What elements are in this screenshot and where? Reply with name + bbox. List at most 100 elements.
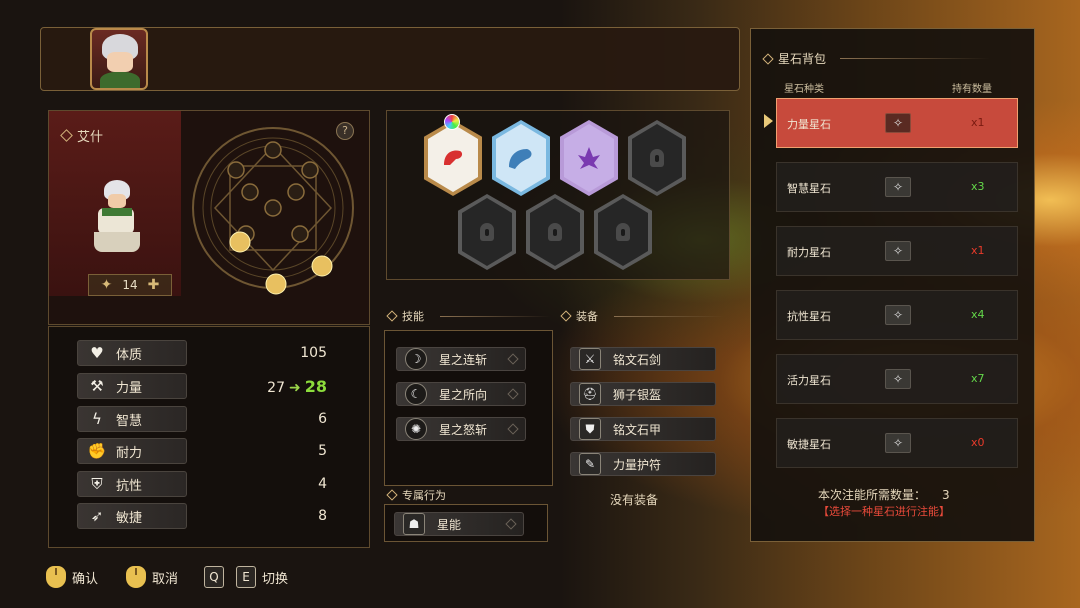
astro-node <box>291 225 309 243</box>
diamond-icon <box>60 128 73 142</box>
key-q[interactable]: Q <box>204 566 224 588</box>
required-amount: 本次注能所需数量： 3 <box>818 488 950 502</box>
star-stone-row[interactable]: 耐力星石 ✧ x1 <box>776 226 1018 276</box>
star-stone-row[interactable]: 抗性星石 ✧ x4 <box>776 290 1018 340</box>
amulet-icon: ✎ <box>579 453 601 475</box>
exclusive-title: 专属行为 <box>386 487 446 503</box>
stat-label: ⚒ 力量 <box>77 373 187 399</box>
shield-icon: ⛨ <box>91 475 103 493</box>
character-name-row: 艾什 <box>60 126 180 145</box>
skills-title: 技能 <box>386 308 424 324</box>
no-equipment-label: 没有装备 <box>610 493 659 507</box>
star-stone-row[interactable]: 力量星石 ✧ x1 <box>776 98 1018 148</box>
star-stone-name: 力量星石 <box>787 118 831 131</box>
infuse-icon[interactable]: ✧ <box>885 433 911 453</box>
character-portrait[interactable] <box>90 28 148 90</box>
stat-row-0: ♥ 体质 105 <box>77 340 327 366</box>
stat-label: ✊ 耐力 <box>77 438 187 464</box>
fist-icon: ✊ <box>87 442 107 460</box>
skill-item[interactable]: ☾ 星之所向 <box>396 382 526 406</box>
infuse-icon[interactable]: ✧ <box>885 305 911 325</box>
lightning-icon: ϟ <box>92 410 102 428</box>
star-stone-name: 活力星石 <box>787 374 831 387</box>
stat-label: ♥ 体质 <box>77 340 187 366</box>
stat-label: ➶ 敏捷 <box>77 503 187 529</box>
infuse-icon[interactable]: ✧ <box>885 113 911 133</box>
stat-label: ϟ 智慧 <box>77 406 187 432</box>
star-stone-row[interactable]: 智慧星石 ✧ x3 <box>776 162 1018 212</box>
mouse-left-icon <box>46 566 66 588</box>
lock-icon <box>650 149 664 167</box>
stat-value: 27 ➜ 28 <box>267 376 327 396</box>
astro-node <box>241 183 259 201</box>
astro-node <box>287 183 305 201</box>
star-stone-count: x3 <box>971 180 985 193</box>
helmet-icon: ⛑ <box>579 383 601 405</box>
astro-node <box>227 161 245 179</box>
stat-value: 5 <box>318 443 327 459</box>
instruction-hint: 【选择一种星石进行注能】 <box>818 505 950 518</box>
level-value: 14 <box>122 278 138 292</box>
star-icon: ✦ <box>100 277 113 293</box>
burst-icon: ✺ <box>405 418 427 440</box>
star-bag-title: 星石背包 <box>762 50 826 67</box>
star-stone-name: 智慧星石 <box>787 182 831 195</box>
equipment-title: 装备 <box>560 308 598 324</box>
astrolabe-diagram <box>192 127 354 295</box>
switch-control[interactable]: Q E 切换 <box>204 566 288 588</box>
skill-item[interactable]: ✺ 星之怒斩 <box>396 417 526 441</box>
equipment-item[interactable]: ⛑ 狮子银盔 <box>570 382 716 406</box>
stat-row-2: ϟ 智慧 6 <box>77 406 327 432</box>
astro-active-node <box>229 231 251 253</box>
cancel-control[interactable]: 取消 <box>126 566 178 588</box>
astro-node <box>264 141 282 159</box>
infuse-icon[interactable]: ✧ <box>885 241 911 261</box>
star-stone-row[interactable]: 活力星石 ✧ x7 <box>776 354 1018 404</box>
astro-node <box>264 199 282 217</box>
skill-item[interactable]: ☽ 星之连斩 <box>396 347 526 371</box>
star-stone-row[interactable]: 敏捷星石 ✧ x0 <box>776 418 1018 468</box>
stat-value: 8 <box>318 508 327 524</box>
exclusive-item[interactable]: ☗ 星能 <box>394 512 524 536</box>
lock-icon <box>480 223 494 241</box>
selection-arrow-icon <box>764 114 773 128</box>
astro-active-node <box>311 255 333 277</box>
rainbow-orb-icon <box>444 114 460 130</box>
character-name: 艾什 <box>77 129 104 145</box>
lock-icon <box>548 223 562 241</box>
star-stone-count: x7 <box>971 372 985 385</box>
arrow-right-icon: ➜ <box>289 379 301 396</box>
key-e[interactable]: E <box>236 566 256 588</box>
star-stone-name: 敏捷星石 <box>787 438 831 451</box>
equipment-item[interactable]: ⚔ 铭文石剑 <box>570 347 716 371</box>
star-stone-name: 抗性星石 <box>787 310 831 323</box>
character-sprite <box>88 180 148 260</box>
col-header-type: 星石种类 <box>784 84 824 95</box>
stat-label: ⛨ 抗性 <box>77 471 187 497</box>
confirm-control[interactable]: 确认 <box>46 566 98 588</box>
plus-icon[interactable]: ✚ <box>148 277 160 293</box>
astro-active-node <box>265 273 287 295</box>
infuse-icon[interactable]: ✧ <box>885 369 911 389</box>
equipment-item[interactable]: ✎ 力量护符 <box>570 452 716 476</box>
armor-icon: ⛊ <box>579 418 601 440</box>
stat-row-4: ⛨ 抗性 4 <box>77 471 327 497</box>
level-box: ✦ 14 ✚ <box>88 274 172 296</box>
sword-icon: ⚔ <box>579 348 601 370</box>
star-stone-count: x1 <box>971 116 985 129</box>
crescent-icon: ☾ <box>405 383 427 405</box>
astro-node <box>301 161 319 179</box>
stat-row-1: ⚒ 力量 27 ➜ 28 <box>77 373 327 399</box>
stat-value: 4 <box>318 476 327 492</box>
lock-icon <box>616 223 630 241</box>
wing-icon: ➶ <box>90 507 104 525</box>
stat-value: 105 <box>300 345 327 361</box>
star-stone-name: 耐力星石 <box>787 246 831 259</box>
col-header-count: 持有数量 <box>952 84 992 95</box>
stat-row-3: ✊ 耐力 5 <box>77 438 327 464</box>
star-stone-count: x0 <box>971 436 985 449</box>
axe-icon: ⚒ <box>90 377 104 395</box>
slash-icon: ☽ <box>405 348 427 370</box>
equipment-item[interactable]: ⛊ 铭文石甲 <box>570 417 716 441</box>
infuse-icon[interactable]: ✧ <box>885 177 911 197</box>
